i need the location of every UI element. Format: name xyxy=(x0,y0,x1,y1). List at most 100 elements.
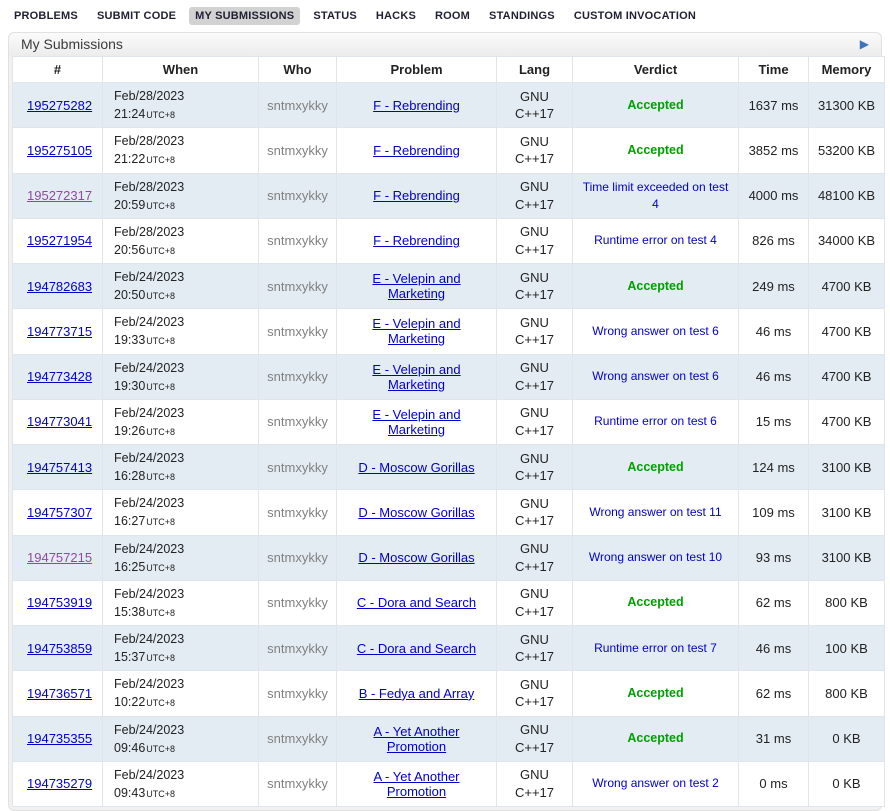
submission-date: Feb/24/2023 xyxy=(114,632,184,646)
problem-link[interactable]: A - Yet Another Promotion xyxy=(373,724,459,754)
problem-link[interactable]: D - Moscow Gorillas xyxy=(358,550,474,565)
submission-id-link[interactable]: 195271954 xyxy=(27,233,92,248)
nav-item-problems[interactable]: PROBLEMS xyxy=(8,7,84,25)
submission-author-link[interactable]: sntmxykky xyxy=(267,776,328,791)
submission-author-link[interactable]: sntmxykky xyxy=(267,641,328,656)
verdict-text: Accepted xyxy=(627,98,683,112)
submission-author-link[interactable]: sntmxykky xyxy=(267,188,328,203)
submission-author-link[interactable]: sntmxykky xyxy=(267,731,328,746)
expand-arrow-icon[interactable]: ▶ xyxy=(860,38,869,50)
problem-link[interactable]: E - Velepin and Marketing xyxy=(372,271,460,301)
submission-lang-cell: GNU C++17 xyxy=(497,626,573,671)
submission-author-link[interactable]: sntmxykky xyxy=(267,414,328,429)
submission-lang-cell: GNU C++17 xyxy=(497,354,573,399)
submission-time: 20:50 xyxy=(114,288,145,302)
submission-date: Feb/24/2023 xyxy=(114,677,184,691)
submission-verdict-cell: Accepted xyxy=(573,671,739,716)
memory-used-cell: 0 KB xyxy=(809,716,885,761)
submission-id-link[interactable]: 195275105 xyxy=(27,143,92,158)
submission-author-link[interactable]: sntmxykky xyxy=(267,505,328,520)
submission-problem-cell: D - Moscow Gorillas xyxy=(337,445,497,490)
submission-author-cell: sntmxykky xyxy=(259,490,337,535)
nav-item-status[interactable]: STATUS xyxy=(307,7,363,25)
submission-when-cell: Feb/24/2023 16:27UTC+8 xyxy=(103,490,259,535)
submission-id-link[interactable]: 194753859 xyxy=(27,641,92,656)
submission-author-link[interactable]: sntmxykky xyxy=(267,460,328,475)
problem-link[interactable]: C - Dora and Search xyxy=(357,595,476,610)
submission-id-link[interactable]: 194757307 xyxy=(27,505,92,520)
submission-id-link[interactable]: 194773041 xyxy=(27,414,92,429)
submission-author-link[interactable]: sntmxykky xyxy=(267,550,328,565)
submission-time: 16:28 xyxy=(114,469,145,483)
execution-time-cell: 46 ms xyxy=(739,354,809,399)
submission-id-link[interactable]: 194782683 xyxy=(27,279,92,294)
nav-item-my-submissions[interactable]: MY SUBMISSIONS xyxy=(189,7,300,25)
submission-id-link[interactable]: 194753919 xyxy=(27,595,92,610)
submission-when-cell: Feb/24/2023 15:37UTC+8 xyxy=(103,626,259,671)
submission-author-cell: sntmxykky xyxy=(259,218,337,263)
submission-problem-cell: F - Rebrending xyxy=(337,173,497,218)
problem-link[interactable]: F - Rebrending xyxy=(373,98,460,113)
problem-link[interactable]: B - Fedya and Array xyxy=(359,686,475,701)
submission-author-link[interactable]: sntmxykky xyxy=(267,143,328,158)
timezone-label: UTC+8 xyxy=(146,155,175,165)
problem-link[interactable]: A - Yet Another Promotion xyxy=(373,769,459,799)
submission-id-cell: 195271954 xyxy=(13,218,103,263)
problem-link[interactable]: F - Rebrending xyxy=(373,233,460,248)
memory-used-cell: 4700 KB xyxy=(809,399,885,444)
submission-id-link[interactable]: 194757215 xyxy=(27,550,92,565)
submission-author-link[interactable]: sntmxykky xyxy=(267,686,328,701)
submission-problem-cell: D - Moscow Gorillas xyxy=(337,535,497,580)
verdict-text: Runtime error on test 4 xyxy=(594,233,717,247)
submissions-body: 195275282 Feb/28/2023 21:24UTC+8 sntmxyk… xyxy=(13,83,885,807)
execution-time-cell: 93 ms xyxy=(739,535,809,580)
timezone-label: UTC+8 xyxy=(146,427,175,437)
submission-author-link[interactable]: sntmxykky xyxy=(267,233,328,248)
submission-lang-cell: GNU C++17 xyxy=(497,490,573,535)
submission-date: Feb/24/2023 xyxy=(114,315,184,329)
submission-author-link[interactable]: sntmxykky xyxy=(267,595,328,610)
submission-author-link[interactable]: sntmxykky xyxy=(267,369,328,384)
problem-link[interactable]: D - Moscow Gorillas xyxy=(358,460,474,475)
nav-item-hacks[interactable]: HACKS xyxy=(370,7,422,25)
submission-id-link[interactable]: 194773428 xyxy=(27,369,92,384)
submission-problem-cell: C - Dora and Search xyxy=(337,580,497,625)
submission-id-cell: 195275282 xyxy=(13,83,103,128)
nav-item-custom-invocation[interactable]: CUSTOM INVOCATION xyxy=(568,7,702,25)
submission-time: 21:22 xyxy=(114,152,145,166)
nav-item-standings[interactable]: STANDINGS xyxy=(483,7,561,25)
nav-item-submit-code[interactable]: SUBMIT CODE xyxy=(91,7,182,25)
submission-verdict-cell: Runtime error on test 6 xyxy=(573,399,739,444)
timezone-label: UTC+8 xyxy=(146,744,175,754)
problem-link[interactable]: E - Velepin and Marketing xyxy=(372,316,460,346)
submission-author-link[interactable]: sntmxykky xyxy=(267,98,328,113)
submission-when-cell: Feb/24/2023 09:43UTC+8 xyxy=(103,761,259,806)
submission-when-cell: Feb/24/2023 16:28UTC+8 xyxy=(103,445,259,490)
problem-link[interactable]: E - Velepin and Marketing xyxy=(372,407,460,437)
memory-used-cell: 4700 KB xyxy=(809,309,885,354)
submission-author-link[interactable]: sntmxykky xyxy=(267,279,328,294)
problem-link[interactable]: F - Rebrending xyxy=(373,143,460,158)
submission-date: Feb/24/2023 xyxy=(114,496,184,510)
execution-time-cell: 62 ms xyxy=(739,671,809,716)
problem-link[interactable]: D - Moscow Gorillas xyxy=(358,505,474,520)
submission-id-cell: 194757215 xyxy=(13,535,103,580)
submission-id-link[interactable]: 194735355 xyxy=(27,731,92,746)
submission-id-link[interactable]: 194757413 xyxy=(27,460,92,475)
problem-link[interactable]: C - Dora and Search xyxy=(357,641,476,656)
submission-id-link[interactable]: 195275282 xyxy=(27,98,92,113)
nav-item-room[interactable]: ROOM xyxy=(429,7,476,25)
submission-author-link[interactable]: sntmxykky xyxy=(267,324,328,339)
submission-when-cell: Feb/24/2023 15:38UTC+8 xyxy=(103,580,259,625)
problem-link[interactable]: E - Velepin and Marketing xyxy=(372,362,460,392)
problem-link[interactable]: F - Rebrending xyxy=(373,188,460,203)
submission-id-link[interactable]: 195272317 xyxy=(27,188,92,203)
submission-id-link[interactable]: 194735279 xyxy=(27,776,92,791)
memory-used-cell: 48100 KB xyxy=(809,173,885,218)
timezone-label: UTC+8 xyxy=(146,336,175,346)
submission-date: Feb/24/2023 xyxy=(114,768,184,782)
submission-id-link[interactable]: 194736571 xyxy=(27,686,92,701)
table-row: 195271954 Feb/28/2023 20:56UTC+8 sntmxyk… xyxy=(13,218,885,263)
timezone-label: UTC+8 xyxy=(146,291,175,301)
submission-id-link[interactable]: 194773715 xyxy=(27,324,92,339)
